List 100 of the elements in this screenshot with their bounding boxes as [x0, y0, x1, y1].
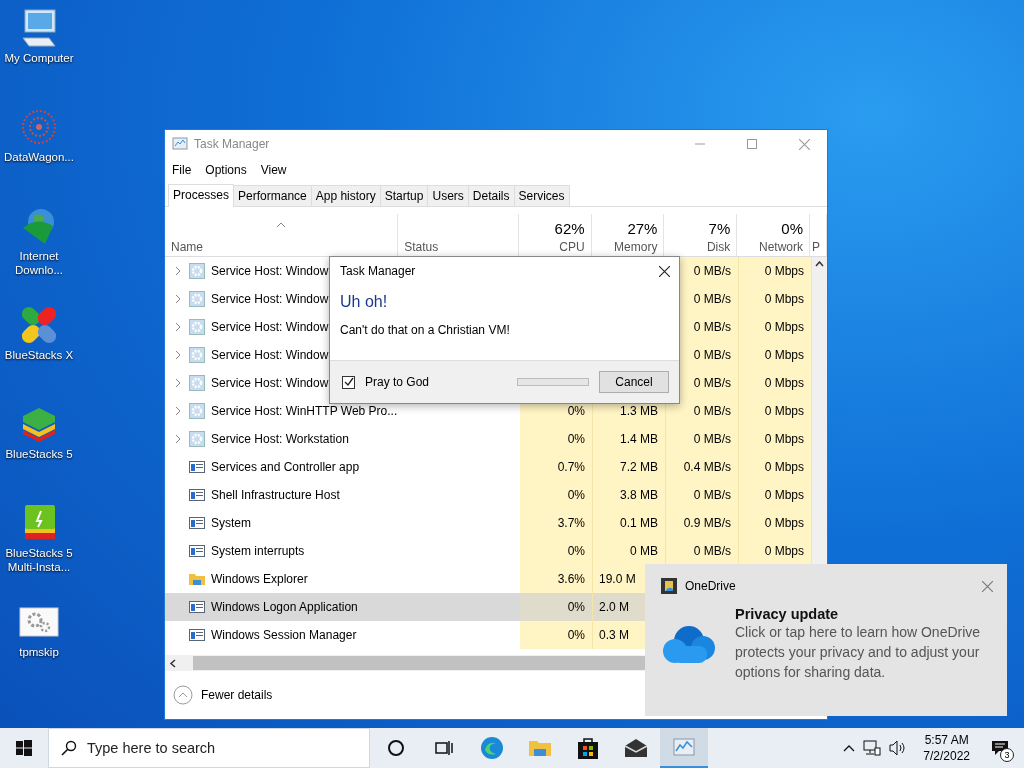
cancel-button[interactable]: Cancel — [599, 371, 669, 393]
process-row[interactable]: System 3.7% 0.1 MB 0.9 MB/s 0 Mbps — [165, 509, 812, 537]
clock[interactable]: 5:57 AM 7/2/2022 — [915, 732, 978, 764]
dialog-heading: Uh oh! — [340, 293, 389, 311]
expand-chevron-icon[interactable] — [173, 350, 183, 360]
process-name: Service Host: WinHTTP Web Pro... — [211, 404, 398, 418]
notification-count: 3 — [1000, 748, 1014, 762]
desktop-icon-label[interactable]: BlueStacks X — [4, 348, 74, 362]
expand-chevron-icon[interactable] — [173, 406, 183, 416]
column-header[interactable]: Network — [759, 240, 804, 254]
search-box[interactable]: Type here to search — [48, 728, 370, 768]
column-usage: 62% — [554, 220, 585, 237]
volume-icon[interactable] — [889, 740, 908, 756]
network-cell: 0 Mbps — [739, 257, 812, 285]
search-field[interactable]: Type here to search — [87, 740, 357, 756]
column-header[interactable]: Name — [171, 240, 392, 254]
memory-cell: 1.4 MB — [593, 425, 666, 453]
task-manager-icon[interactable] — [672, 735, 696, 759]
sort-caret-icon — [276, 222, 287, 228]
process-row[interactable]: Service Host: Workstation 0% 1.4 MB 0 MB/s 0 Mbps — [165, 425, 812, 453]
windows-logo-icon[interactable] — [16, 740, 32, 756]
window-icon — [189, 487, 205, 503]
tab[interactable]: Services — [513, 185, 570, 206]
tab[interactable]: Details — [467, 185, 515, 206]
tab[interactable]: Startup — [379, 185, 429, 206]
expand-chevron-icon[interactable] — [173, 322, 183, 332]
notification-toast[interactable]: OneDrive Privacy update Click or tap here to learn how OneDrive protects your privacy and to adjust your options for sharing data. — [645, 564, 1007, 716]
close-icon[interactable] — [658, 265, 670, 277]
desktop-icon-label[interactable]: My Computer — [4, 51, 74, 65]
cpu-cell: 3.7% — [520, 509, 593, 537]
column-header[interactable]: CPU — [559, 240, 585, 254]
time: 5:57 AM — [924, 732, 969, 748]
pattern-icon — [19, 107, 59, 147]
tab[interactable]: App history — [310, 185, 381, 206]
memory-cell: 3.8 MB — [593, 481, 666, 509]
mail-icon[interactable] — [624, 736, 648, 760]
desktop-icon-label[interactable]: BlueStacks 5 Multi-Insta... — [0, 546, 78, 574]
menu-item[interactable]: Options — [205, 163, 247, 177]
network-cell: 0 Mbps — [739, 481, 812, 509]
gear-icon — [189, 431, 205, 447]
process-name: Services and Controller app — [211, 460, 360, 474]
window-title: Task Manager — [194, 137, 271, 151]
gear-icon — [189, 347, 205, 363]
network-icon[interactable] — [863, 740, 882, 756]
desktop-icon-label[interactable]: Internet Downlo... — [0, 249, 78, 277]
expand-chevron-icon[interactable] — [173, 434, 183, 444]
cpu-cell: 0% — [520, 425, 593, 453]
desktop-icon-label[interactable]: DataWagon... — [4, 150, 74, 164]
computer-icon — [19, 8, 59, 48]
tab[interactable]: Users — [427, 185, 469, 206]
folder-icon — [189, 571, 205, 587]
disk-cell: 0 MB/s — [666, 425, 739, 453]
tab[interactable]: Processes — [168, 184, 235, 207]
toast-message: Click or tap here to learn how OneDrive protects your privacy and to adjust your options for sharing data. — [735, 623, 982, 682]
disk-cell: 0 MB/s — [666, 537, 739, 565]
task-view-icon[interactable] — [435, 739, 453, 757]
network-cell: 0 Mbps — [739, 285, 812, 313]
toast-app-name: OneDrive — [685, 579, 737, 593]
chevron-up-icon[interactable] — [843, 744, 856, 752]
process-name: Service Host: Window — [211, 292, 329, 306]
fewer-details-link[interactable]: Fewer details — [201, 688, 273, 702]
expand-chevron-icon[interactable] — [173, 294, 183, 304]
disk-cell: 0.9 MB/s — [666, 509, 739, 537]
window-icon — [189, 515, 205, 531]
cpu-cell: 3.6% — [520, 565, 593, 593]
gear-icon — [189, 263, 205, 279]
process-row[interactable]: Services and Controller app 0.7% 7.2 MB 0.4 MB/s 0 Mbps — [165, 453, 812, 481]
menu-item[interactable]: File — [172, 163, 192, 177]
collapse-icon[interactable] — [173, 685, 193, 705]
column-header[interactable]: Memory — [614, 240, 658, 254]
network-cell: 0 Mbps — [739, 453, 812, 481]
tab[interactable]: Performance — [233, 185, 312, 206]
column-usage: 0% — [781, 220, 804, 237]
expand-chevron-icon[interactable] — [173, 266, 183, 276]
cpu-cell: 0% — [520, 481, 593, 509]
process-name: Service Host: Window — [211, 348, 329, 362]
scroll-left-icon[interactable] — [169, 658, 177, 668]
expand-chevron-icon[interactable] — [173, 378, 183, 388]
gear-icon — [189, 291, 205, 307]
menu-item[interactable]: View — [260, 163, 287, 177]
process-row[interactable]: Shell Infrastructure Host 0% 3.8 MB 0 MB/s 0 Mbps — [165, 481, 812, 509]
memory-cell: 0.1 MB — [593, 509, 666, 537]
edge-icon[interactable] — [480, 736, 504, 760]
search-icon[interactable] — [61, 740, 77, 756]
cpu-cell: 0% — [520, 621, 593, 649]
column-header[interactable]: Disk — [706, 240, 731, 254]
desktop-icon-label[interactable]: BlueStacks 5 — [5, 447, 73, 461]
column-header[interactable]: P — [812, 240, 821, 254]
network-cell: 0 Mbps — [739, 313, 812, 341]
scroll-up-icon[interactable] — [815, 261, 824, 267]
store-icon[interactable] — [576, 736, 600, 760]
process-row[interactable]: System interrupts 0% 0 MB 0 MB/s 0 Mbps — [165, 537, 812, 565]
circle-icon[interactable] — [387, 739, 405, 757]
checkbox[interactable] — [342, 375, 355, 389]
checkbox-label[interactable]: Pray to God — [365, 375, 509, 389]
maximize-icon[interactable] — [747, 139, 757, 149]
bluestacks-x-icon — [19, 305, 59, 345]
window-icon — [189, 459, 205, 475]
column-header[interactable]: Status — [404, 240, 512, 254]
desktop-icon-label[interactable]: tpmskip — [19, 645, 59, 659]
